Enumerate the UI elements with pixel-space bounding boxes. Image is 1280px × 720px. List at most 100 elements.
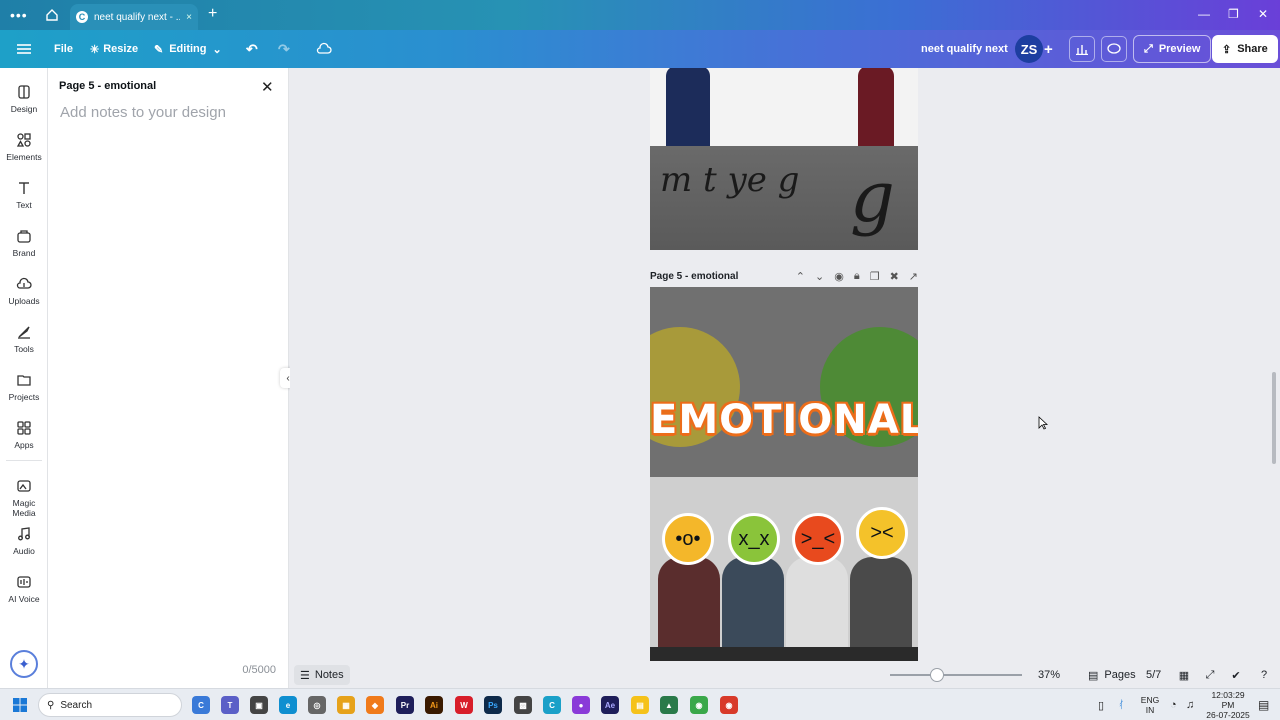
sidebar-item-projects[interactable]: Projects xyxy=(0,372,48,402)
notes-button[interactable]: ☰ Notes xyxy=(294,665,350,685)
app-icon[interactable]: ◎ xyxy=(308,696,326,714)
page-label[interactable]: Page 5 - emotional xyxy=(650,271,738,282)
sidebar-item-label: Text xyxy=(16,200,32,210)
add-page-icon[interactable]: ↗ xyxy=(909,270,918,283)
app-icon[interactable]: ● xyxy=(572,696,590,714)
sidebar-item-design[interactable]: Design xyxy=(0,84,48,114)
previous-page-top-image[interactable] xyxy=(650,68,918,146)
home-icon[interactable] xyxy=(44,7,60,23)
after-effects-app-icon[interactable]: Ae xyxy=(601,696,619,714)
store-app-icon[interactable]: ▦ xyxy=(337,696,355,714)
wifi-icon[interactable]: ◔ xyxy=(1170,689,1177,720)
canva-app-icon[interactable]: C xyxy=(543,696,561,714)
zoom-slider-handle[interactable] xyxy=(930,668,944,682)
app-icon[interactable]: ▣ xyxy=(250,696,268,714)
notes-panel: Page 5 - emotional ✕ 0/5000 xyxy=(48,68,289,688)
new-tab-button[interactable]: + xyxy=(208,5,217,23)
app-icon[interactable]: ▩ xyxy=(514,696,532,714)
file-explorer-app-icon[interactable]: ▤ xyxy=(631,696,649,714)
add-collaborator-button[interactable]: + xyxy=(1044,30,1053,68)
browser-tab-strip: ••• C neet qualify next - ... × + — ❐ ✕ xyxy=(0,0,1280,30)
help-icon[interactable]: ? xyxy=(1256,662,1272,688)
page-5-emoji-people-image[interactable]: •o• x_x >_< >< xyxy=(650,477,918,661)
grid-view-icon[interactable]: ▦ xyxy=(1176,662,1192,688)
sidebar-item-apps[interactable]: Apps xyxy=(0,420,48,450)
illustrator-app-icon[interactable]: Ai xyxy=(425,696,443,714)
comment-icon[interactable] xyxy=(1101,36,1127,62)
duplicate-icon[interactable]: ❐ xyxy=(870,270,880,283)
file-menu-button[interactable]: File xyxy=(54,30,73,68)
restore-icon[interactable]: ❐ xyxy=(1228,7,1239,21)
sidebar-item-uploads[interactable]: Uploads xyxy=(0,276,48,306)
redo-button[interactable]: ↷ xyxy=(278,30,290,68)
sick-emoji-icon: x_x xyxy=(728,513,780,565)
hide-eye-icon[interactable]: ◉ xyxy=(834,270,844,283)
sidebar-item-audio[interactable]: Audio xyxy=(0,526,48,556)
insights-chart-icon[interactable] xyxy=(1069,36,1095,62)
pages-button[interactable]: ▤ Pages xyxy=(1088,662,1136,688)
resize-button[interactable]: ✳ Resize xyxy=(90,30,138,68)
zoom-slider-track[interactable] xyxy=(890,674,1022,676)
minimize-icon[interactable]: — xyxy=(1198,7,1210,21)
main-menu-icon[interactable] xyxy=(16,30,32,68)
document-title[interactable]: neet qualify next xyxy=(921,30,1008,68)
check-circle-icon[interactable]: ✔ xyxy=(1228,662,1244,688)
page-5-title-slide[interactable]: EMOTIONAL xyxy=(650,287,918,477)
emotional-title-text[interactable]: EMOTIONAL xyxy=(650,397,918,443)
bench-shape xyxy=(650,647,918,661)
tab-close-icon[interactable]: × xyxy=(186,12,192,23)
windows-start-icon[interactable] xyxy=(12,689,28,720)
trash-icon[interactable]: ✖ xyxy=(890,270,899,283)
chrome-app-icon[interactable]: ◉ xyxy=(720,696,738,714)
wps-app-icon[interactable]: W xyxy=(455,696,473,714)
design-icon xyxy=(18,85,30,99)
edge-app-icon[interactable]: e xyxy=(279,696,297,714)
copilot-app-icon[interactable]: C xyxy=(192,696,210,714)
notification-bell-icon[interactable]: ▤ xyxy=(1258,689,1269,720)
language-code: ENG xyxy=(1140,695,1160,705)
page-count[interactable]: 5/7 xyxy=(1146,662,1161,688)
magic-assistant-button[interactable]: ✦ xyxy=(10,650,38,678)
editor-bottom-bar: ☰ Notes 37% ▤ Pages 5/7 ▦ ⤢ ✔ ? xyxy=(290,662,1280,688)
photoshop-app-icon[interactable]: Ps xyxy=(484,696,502,714)
previous-page-letters-image[interactable]: m t ye g g xyxy=(650,146,918,250)
sidebar-item-elements[interactable]: Elements xyxy=(0,132,48,162)
undo-button[interactable]: ↶ xyxy=(246,30,258,68)
chrome-app-icon[interactable]: ◉ xyxy=(690,696,708,714)
volume-icon[interactable]: ♫ xyxy=(1186,689,1194,720)
app-icon[interactable]: ◆ xyxy=(366,696,384,714)
tab-title: neet qualify next - ... xyxy=(94,11,181,23)
chevron-down-icon[interactable]: ⌄ xyxy=(815,270,824,283)
zoom-level[interactable]: 37% xyxy=(1038,662,1060,688)
person-body xyxy=(786,557,848,661)
preview-button[interactable]: ⤢ Preview xyxy=(1133,35,1212,63)
notes-textarea[interactable] xyxy=(56,102,281,142)
sidebar-item-brand[interactable]: Brand xyxy=(0,228,48,258)
clock[interactable]: 12:03:29 PM 26-07-2025 xyxy=(1204,689,1252,720)
fullscreen-icon[interactable]: ⤢ xyxy=(1202,662,1218,688)
language-indicator[interactable]: ENG IN xyxy=(1138,689,1162,720)
browser-tab-active[interactable]: C neet qualify next - ... × xyxy=(70,4,198,30)
bluetooth-icon[interactable]: ᚰ xyxy=(1118,689,1125,720)
avatar[interactable]: ZS xyxy=(1015,35,1043,63)
editing-mode-button[interactable]: ✎ Editing ⌄ xyxy=(154,30,222,68)
lock-icon[interactable]: 🔒︎ xyxy=(854,270,860,283)
teams-app-icon[interactable]: T xyxy=(221,696,239,714)
share-button[interactable]: ⇪ Share xyxy=(1212,35,1278,63)
cloud-saved-icon[interactable] xyxy=(316,30,332,68)
sidebar-item-ai-voice[interactable]: AI Voice xyxy=(0,574,48,604)
premiere-app-icon[interactable]: Pr xyxy=(396,696,414,714)
sidebar-item-text[interactable]: Text xyxy=(0,180,48,210)
sidebar-item-magic-media[interactable]: Magic Media xyxy=(0,478,48,518)
app-icon[interactable]: ▲ xyxy=(660,696,678,714)
battery-icon[interactable]: ▯ xyxy=(1098,689,1104,720)
resize-icon: ✳ xyxy=(90,43,100,56)
chevron-up-icon[interactable]: ⌃ xyxy=(796,270,805,283)
taskbar-search-input[interactable]: ⚲ Search xyxy=(38,693,182,717)
browser-menu-icon[interactable]: ••• xyxy=(10,7,28,23)
close-icon[interactable]: ✕ xyxy=(261,78,274,96)
window-close-icon[interactable]: ✕ xyxy=(1258,7,1268,21)
sidebar-item-tools[interactable]: Tools xyxy=(0,324,48,354)
canvas-scrollbar[interactable] xyxy=(1272,372,1276,464)
design-canvas[interactable]: m t ye g g Page 5 - emotional ⌃ ⌄ ◉ 🔒︎ ❐… xyxy=(290,68,1280,662)
